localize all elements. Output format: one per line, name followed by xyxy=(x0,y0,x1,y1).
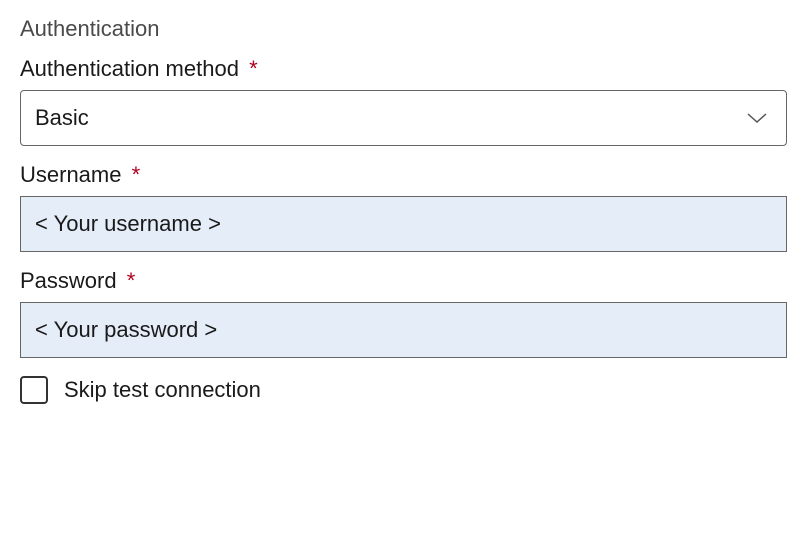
password-input[interactable]: < Your password > xyxy=(20,302,787,358)
auth-method-field: Authentication method * Basic xyxy=(20,56,787,146)
required-indicator: * xyxy=(249,56,258,81)
username-label: Username * xyxy=(20,162,787,188)
section-title: Authentication xyxy=(20,16,787,42)
username-input[interactable]: < Your username > xyxy=(20,196,787,252)
auth-method-label: Authentication method * xyxy=(20,56,787,82)
auth-method-select[interactable]: Basic xyxy=(20,90,787,146)
skip-test-row: Skip test connection xyxy=(20,376,787,404)
required-indicator: * xyxy=(127,268,136,293)
password-value: < Your password > xyxy=(35,317,217,343)
password-field: Password * < Your password > xyxy=(20,268,787,358)
username-value: < Your username > xyxy=(35,211,221,237)
chevron-down-icon xyxy=(746,105,768,131)
auth-method-select-wrapper: Basic xyxy=(20,90,787,146)
password-label: Password * xyxy=(20,268,787,294)
username-label-text: Username xyxy=(20,162,121,187)
auth-method-label-text: Authentication method xyxy=(20,56,239,81)
required-indicator: * xyxy=(132,162,141,187)
skip-test-checkbox[interactable] xyxy=(20,376,48,404)
skip-test-label: Skip test connection xyxy=(64,377,261,403)
username-field: Username * < Your username > xyxy=(20,162,787,252)
password-label-text: Password xyxy=(20,268,117,293)
auth-method-value: Basic xyxy=(35,105,89,131)
authentication-section: Authentication Authentication method * B… xyxy=(20,16,787,404)
